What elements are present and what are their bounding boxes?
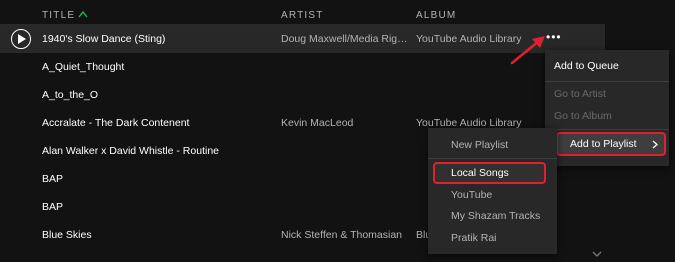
play-button[interactable] xyxy=(11,29,31,49)
submenu-item-my-shazam-tracks[interactable]: My Shazam Tracks xyxy=(428,206,557,226)
play-icon xyxy=(18,34,26,44)
menu-item-go-to-album: Go to Album xyxy=(554,110,612,122)
menu-item-add-to-playlist[interactable]: Add to Playlist xyxy=(556,132,666,156)
sort-ascending-icon xyxy=(78,10,88,18)
menu-item-add-to-queue[interactable]: Add to Queue xyxy=(545,56,669,76)
spotify-track-list: TITLE ARTIST ALBUM 1940's Slow Dance (St… xyxy=(0,0,675,262)
menu-item-go-to-artist: Go to Artist xyxy=(554,88,606,100)
annotation-arrow-icon xyxy=(510,36,545,65)
submenu-item-pratik-rai[interactable]: Pratik Rai xyxy=(428,228,557,248)
submenu-item-new-playlist[interactable]: New Playlist xyxy=(428,135,557,155)
track-title: BAP xyxy=(42,173,64,185)
column-header-title-label: TITLE xyxy=(42,10,76,21)
submenu-item-youtube[interactable]: YouTube xyxy=(428,185,557,205)
track-list-header: TITLE ARTIST ALBUM xyxy=(0,0,605,28)
track-title: Accralate - The Dark Contenent xyxy=(42,117,190,129)
track-title: Alan Walker x David Whistle - Routine xyxy=(42,145,220,157)
menu-divider xyxy=(545,129,669,130)
track-artist[interactable]: Doug Maxwell/Media Righ... xyxy=(281,33,409,45)
track-title: A_to_the_O xyxy=(42,89,99,101)
track-artist[interactable]: Kevin MacLeod xyxy=(281,117,409,129)
submenu-item-local-songs[interactable]: Local Songs xyxy=(433,162,546,184)
playlist-submenu: New Playlist Local Songs YouTube My Shaz… xyxy=(428,128,557,254)
track-title: A_Quiet_Thought xyxy=(42,61,125,73)
track-title: 1940's Slow Dance (Sting) xyxy=(42,33,166,45)
track-title: BAP xyxy=(42,201,64,213)
track-artist[interactable]: Nick Steffen & Thomasian xyxy=(281,229,409,241)
track-title: Blue Skies xyxy=(42,229,92,241)
column-header-title[interactable]: TITLE xyxy=(42,10,88,21)
menu-divider xyxy=(545,81,669,82)
menu-item-add-to-playlist-label: Add to Playlist xyxy=(570,138,637,150)
scroll-down-arrow-icon[interactable] xyxy=(590,244,604,262)
chevron-right-icon xyxy=(652,140,658,149)
column-header-album[interactable]: ALBUM xyxy=(416,10,456,21)
column-header-artist[interactable]: ARTIST xyxy=(281,10,324,21)
more-options-button[interactable]: ••• xyxy=(546,30,562,44)
menu-divider xyxy=(428,158,557,159)
track-row[interactable]: A_to_the_O xyxy=(0,81,605,109)
track-context-menu: Add to Queue Go to Artist Go to Album Ad… xyxy=(545,50,669,166)
